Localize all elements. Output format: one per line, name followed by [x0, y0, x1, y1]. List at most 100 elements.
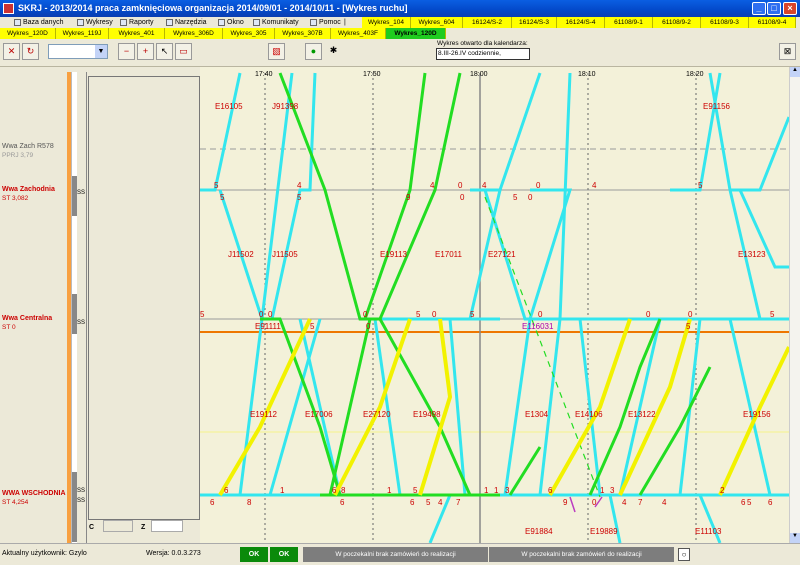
- minute-label: 2: [720, 486, 725, 495]
- train-number: E91156: [703, 102, 731, 111]
- pointer-icon[interactable]: ↖: [156, 43, 173, 60]
- tab-61108-9-2[interactable]: 61108/9-2: [653, 17, 701, 28]
- minute-label: 4: [430, 181, 435, 190]
- minute-label: 9: [563, 498, 568, 507]
- minute-label: 0: [592, 498, 597, 507]
- c-field[interactable]: [103, 520, 133, 532]
- train-number: E19889: [590, 527, 618, 536]
- menu-komunikaty[interactable]: Komunikaty: [252, 17, 299, 28]
- z-field[interactable]: [151, 520, 183, 532]
- chart-tab-bar: Wykres_120D Wykres_119J Wykres_401 Wykre…: [0, 28, 800, 39]
- menu-raporty[interactable]: Raporty: [119, 17, 154, 28]
- tab-61108-9-4[interactable]: 61108/9-4: [749, 17, 796, 28]
- minute-label: 9: [406, 193, 411, 202]
- minute-label: 0: [688, 310, 693, 319]
- tab-wykres-120d-active[interactable]: Wykres_120D: [386, 28, 446, 39]
- minute-label: 3: [610, 486, 615, 495]
- station-km: PPRJ 3,79: [2, 152, 34, 159]
- settings-icon[interactable]: ✱: [325, 43, 342, 60]
- help-icon: [310, 19, 317, 26]
- train-number: E19113: [380, 250, 408, 259]
- minute-label: 4: [482, 181, 487, 190]
- minute-label: 8: [341, 486, 346, 495]
- train-number: J11502: [228, 250, 254, 259]
- minute-label: 1: [280, 486, 285, 495]
- menu-okno[interactable]: Okno: [217, 17, 244, 28]
- train-number: E1304: [525, 410, 549, 419]
- train-path: [418, 318, 453, 496]
- minute-label: 5: [698, 181, 703, 190]
- minute-label: 0: [363, 310, 368, 319]
- train-number: E91884: [525, 527, 553, 536]
- vertical-scrollbar[interactable]: ▲ ▼: [789, 67, 800, 543]
- train-number: E27120: [363, 410, 391, 419]
- chart-combo[interactable]: ▼: [48, 44, 108, 59]
- scroll-up-icon[interactable]: ▲: [790, 67, 800, 77]
- refresh-icon[interactable]: ↻: [22, 43, 39, 60]
- minute-label: 6: [741, 498, 746, 507]
- minute-label: 6: [224, 486, 229, 495]
- tab-wykres-401[interactable]: Wykres_401: [109, 28, 165, 39]
- ruler-icon[interactable]: ▭: [175, 43, 192, 60]
- tab-61108-9-3[interactable]: 61108/9-3: [701, 17, 749, 28]
- train-path: [718, 346, 789, 496]
- tab-16124-s2[interactable]: 16124/S-2: [463, 17, 512, 28]
- time-label: 18:20: [686, 71, 704, 78]
- export-icon[interactable]: ⊠: [779, 43, 796, 60]
- minute-label: 6: [210, 498, 215, 507]
- train-path: [730, 116, 789, 192]
- tab-wykres-120d[interactable]: Wykres_120D: [0, 28, 56, 39]
- train-graph[interactable]: 17:40 17:50 18:00 18:10 18:20 E16105 J91398 E91…: [200, 67, 789, 543]
- minute-label: 4: [438, 498, 443, 507]
- minute-label: 5: [426, 498, 431, 507]
- scroll-down-icon[interactable]: ▼: [790, 533, 800, 543]
- side-info-box: C Z: [88, 76, 200, 532]
- train-path: [200, 72, 242, 192]
- menu-wykresy[interactable]: Wykresy: [76, 17, 113, 28]
- menu-baza-danych[interactable]: Baza danych: [13, 17, 63, 28]
- minimize-button[interactable]: _: [752, 2, 766, 15]
- message-icon: [253, 19, 260, 26]
- tab-wykres-604[interactable]: Wykres_604: [411, 17, 463, 28]
- menu-pomoc[interactable]: Pomoc: [309, 17, 341, 28]
- minute-label: 5: [686, 322, 691, 331]
- tab-wykres-104[interactable]: Wykres_104: [362, 17, 411, 28]
- time-label: 18:10: [578, 71, 596, 78]
- menu-narzedzia[interactable]: Narzędzia: [165, 17, 207, 28]
- current-user: Aktualny użytkownik: Gzylo: [2, 550, 87, 557]
- minute-label: 7: [456, 498, 461, 507]
- tab-61108-9-1[interactable]: 61108/9-1: [605, 17, 653, 28]
- minute-label: 5: [220, 193, 225, 202]
- tab-wykres-307b[interactable]: Wykres_307B: [275, 28, 331, 39]
- train-number: E14106: [575, 410, 603, 419]
- tab-wykres-305[interactable]: Wykres_305: [223, 28, 275, 39]
- zoom-out-icon[interactable]: −: [118, 43, 135, 60]
- zoom-in-icon[interactable]: +: [137, 43, 154, 60]
- train-path: [578, 318, 602, 496]
- close-chart-icon[interactable]: ✕: [3, 43, 20, 60]
- train-path: [508, 446, 542, 496]
- traffic-light-icon[interactable]: ●: [305, 43, 322, 60]
- minute-label: 1: [494, 486, 499, 495]
- minute-label: 0: [432, 310, 437, 319]
- station-name: Wwa Zachodnia: [2, 186, 55, 193]
- close-button[interactable]: ×: [783, 2, 797, 15]
- status-button[interactable]: ○: [678, 548, 690, 561]
- train-number: E91111: [255, 322, 281, 331]
- chevron-down-icon[interactable]: ▼: [95, 45, 107, 58]
- tab-wykres-306d[interactable]: Wykres_306D: [165, 28, 223, 39]
- queue-message: W poczekalni brak zamówień do realizacji: [303, 547, 488, 562]
- window-icon: [218, 19, 225, 26]
- app-icon: [3, 3, 14, 14]
- tab-wykres-119j[interactable]: Wykres_119J: [56, 28, 109, 39]
- time-label: 18:00: [470, 71, 488, 78]
- minute-label: 0: [646, 310, 651, 319]
- tab-wykres-403f[interactable]: Wykres_403F: [331, 28, 386, 39]
- queue-message: W poczekalni brak zamówień do realizacji: [489, 547, 674, 562]
- tab-16124-s4[interactable]: 16124/S-4: [557, 17, 605, 28]
- tab-16124-s3[interactable]: 16124/S-3: [512, 17, 557, 28]
- maximize-button[interactable]: □: [767, 2, 781, 15]
- train-path: [298, 318, 342, 496]
- edit-icon[interactable]: ▧: [268, 43, 285, 60]
- minute-label: 1: [387, 486, 392, 495]
